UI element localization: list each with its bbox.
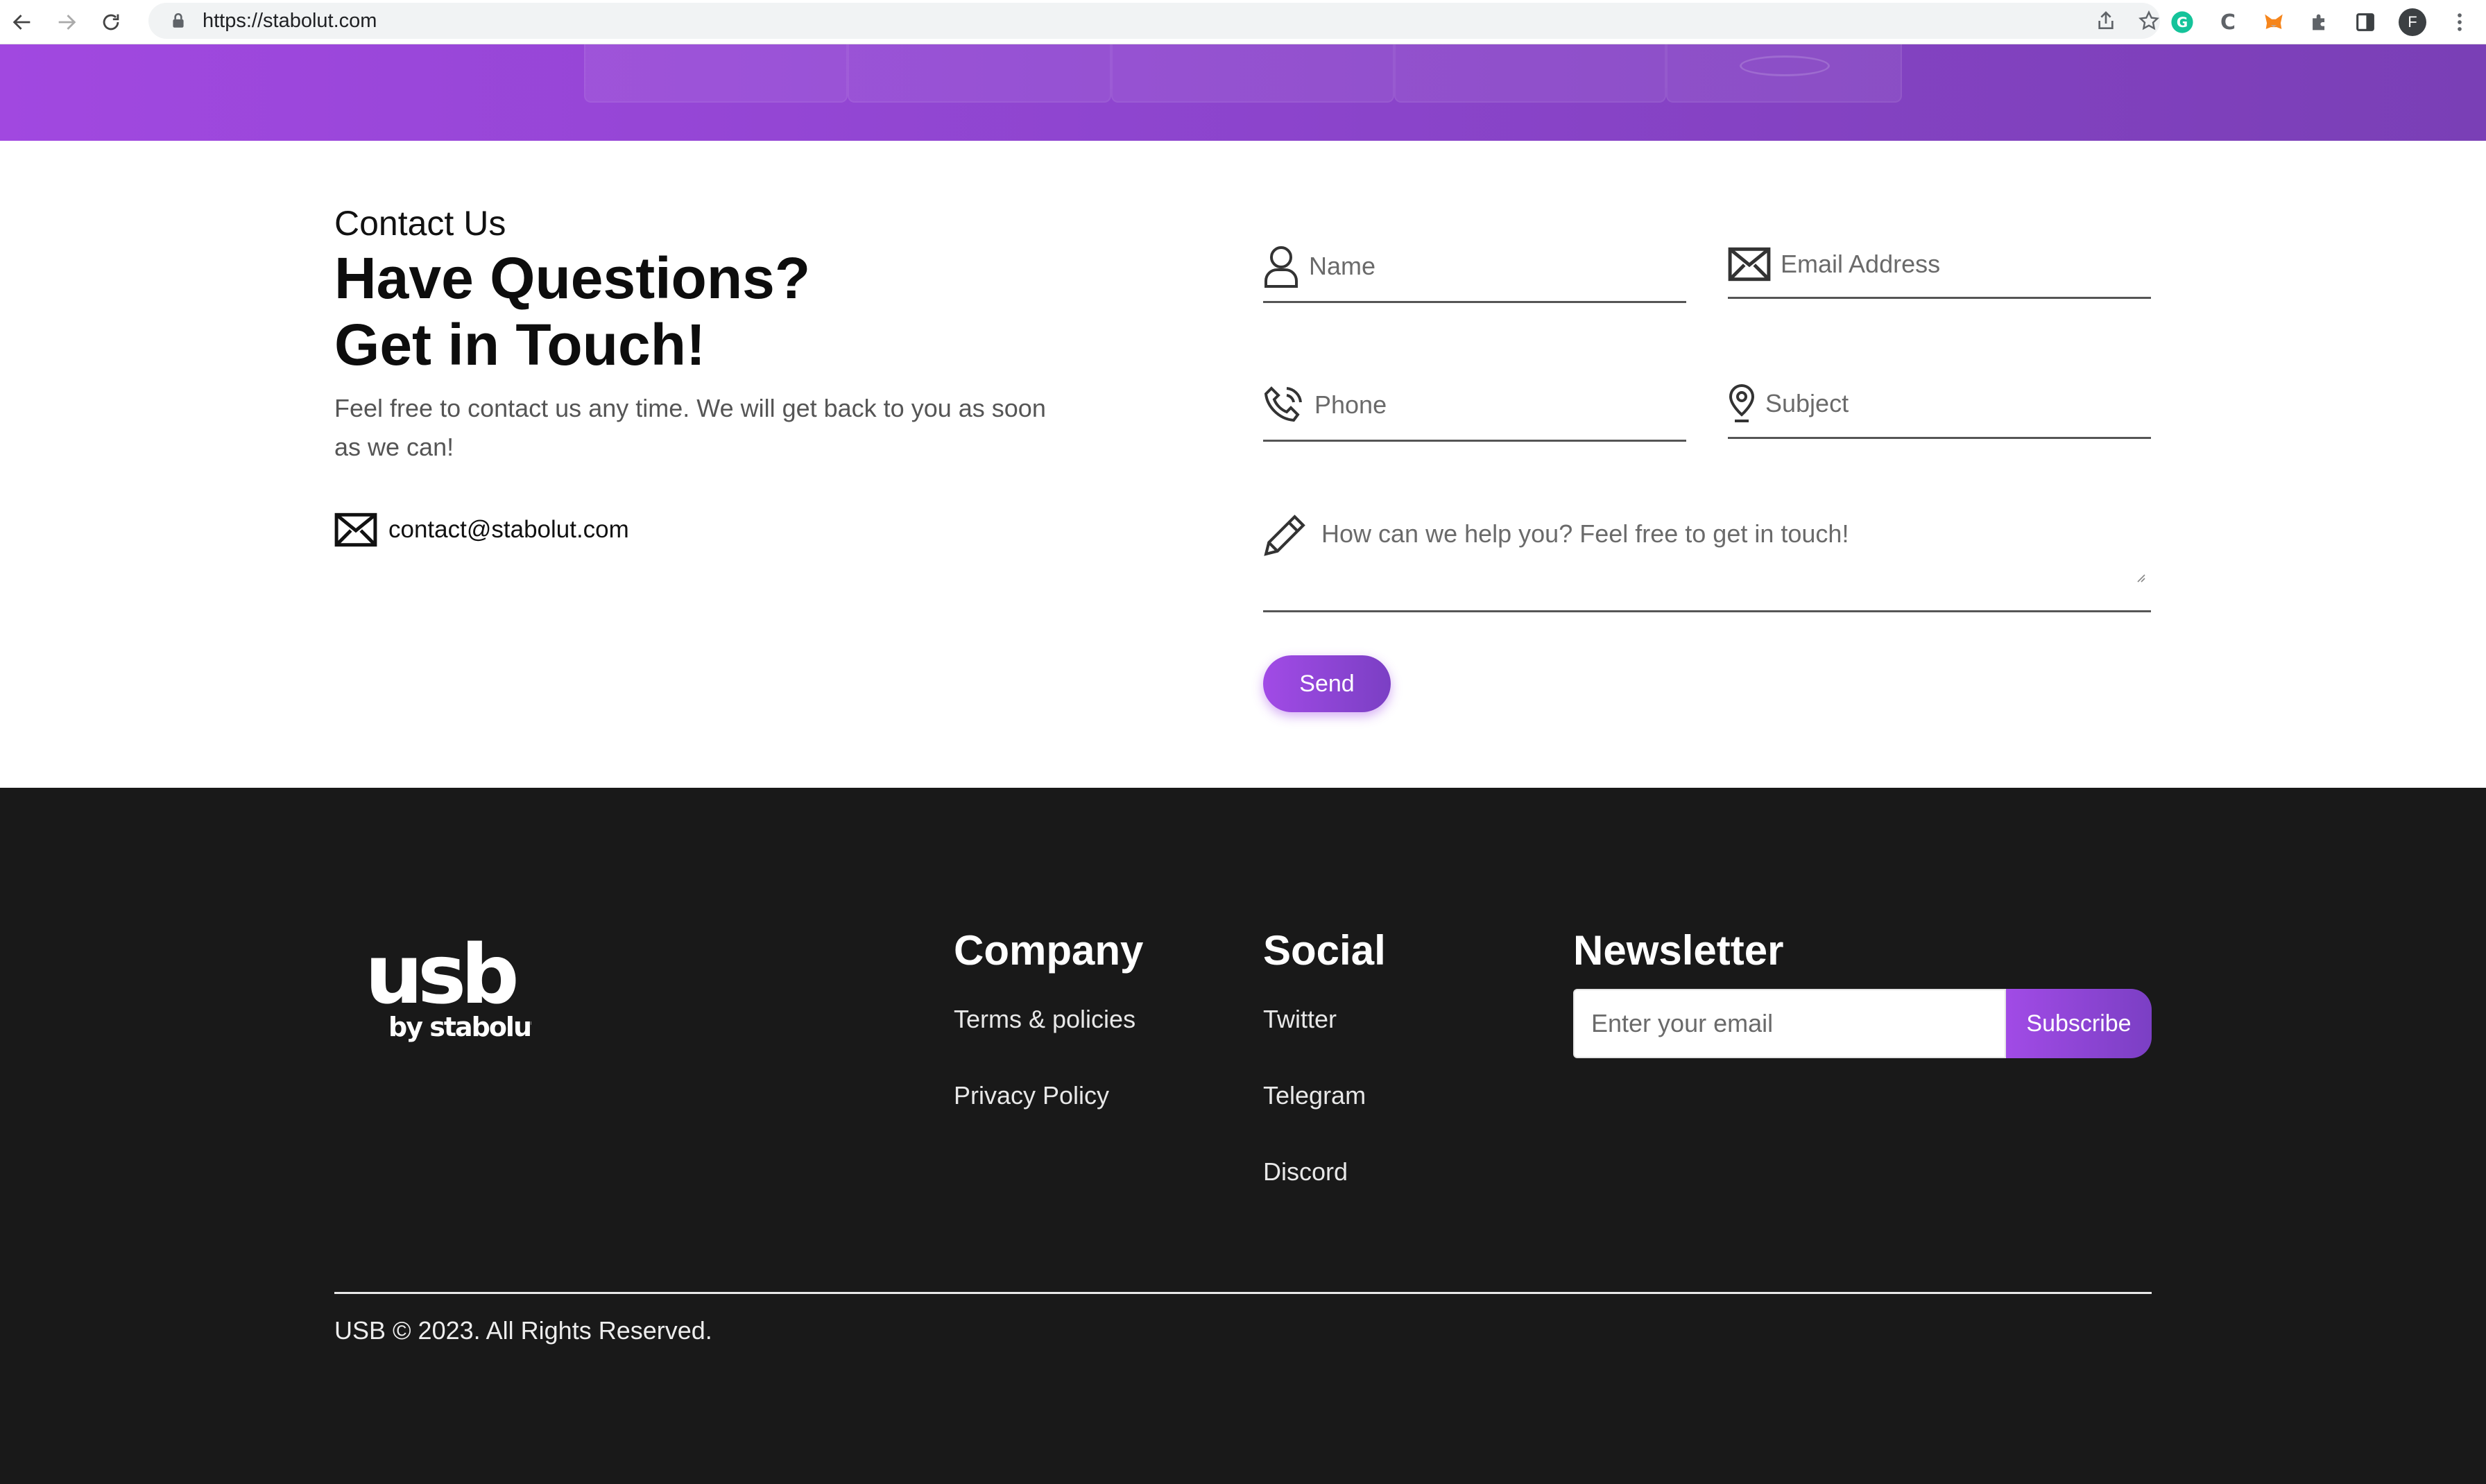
forward-button[interactable] (44, 0, 89, 44)
browser-menu-button[interactable] (2447, 10, 2472, 35)
headline-line-2: Get in Touch! (334, 312, 706, 377)
reload-button[interactable] (89, 0, 133, 44)
phone-icon (1264, 386, 1302, 422)
lock-icon (173, 12, 184, 28)
profile-avatar[interactable]: F (2399, 8, 2426, 36)
newsletter-form: Subscribe (1573, 989, 2152, 1058)
social-heading: Social (1263, 927, 1386, 974)
email-address-input[interactable] (1781, 249, 2114, 279)
hero-ghost-card (848, 44, 1111, 103)
hero-ghost-card (1394, 44, 1666, 103)
subscribe-button[interactable]: Subscribe (2006, 989, 2152, 1058)
hero-ghost-oval (1740, 55, 1830, 76)
extension-c[interactable]: C (2215, 10, 2240, 35)
usb-logo[interactable]: usb by stabolut (365, 926, 531, 1044)
footer-divider (334, 1292, 2152, 1294)
side-panel-icon (2356, 13, 2374, 31)
message-field (1263, 508, 2151, 612)
user-icon (1265, 245, 1298, 288)
contact-headline: Have Questions? Get in Touch! (334, 245, 1097, 378)
email-address-field (1728, 231, 2151, 299)
logo-subtext: by stabolut (388, 1012, 531, 1042)
contact-lead-text: Feel free to contact us any time. We wil… (334, 394, 1046, 461)
pencil-icon (1264, 515, 1305, 556)
footer-company-column: Company Terms & policies Privacy Policy (954, 926, 1143, 1111)
name-field (1263, 231, 1686, 303)
footer-newsletter-column: Newsletter Subscribe (1573, 926, 2152, 1058)
subject-input[interactable] (1765, 388, 2098, 418)
phone-input[interactable] (1314, 390, 1647, 420)
twitter-link[interactable]: Twitter (1263, 1004, 1386, 1035)
telegram-link[interactable]: Telegram (1263, 1080, 1386, 1111)
newsletter-heading: Newsletter (1573, 927, 1784, 974)
logo-wordmark: usb (365, 926, 516, 1022)
contact-intro: Contact Us Have Questions? Get in Touch!… (334, 203, 1097, 547)
hero-ghost-card (1111, 44, 1394, 103)
arrow-right-icon (58, 14, 76, 30)
site-footer: usb by stabolut Company Terms & policies… (0, 788, 2486, 1484)
contact-email-row[interactable]: contact@stabolut.com (334, 512, 1097, 547)
metamask-fox-icon (2265, 14, 2283, 29)
c-extension-icon: C (2220, 10, 2236, 35)
newsletter-email-input[interactable] (1573, 989, 2006, 1058)
bookmark-star-icon[interactable] (2138, 10, 2160, 32)
url-text: https://stabolut.com (203, 9, 377, 32)
terms-link[interactable]: Terms & policies (954, 1004, 1143, 1035)
footer-social-column: Social Twitter Telegram Discord (1263, 926, 1386, 1187)
copyright-text: USB © 2023. All Rights Reserved. (334, 1316, 712, 1345)
browser-toolbar: https://stabolut.com G C F (0, 0, 2486, 44)
address-bar[interactable]: https://stabolut.com (148, 3, 2160, 39)
back-button[interactable] (0, 0, 44, 44)
contact-email: contact@stabolut.com (388, 516, 629, 543)
share-icon[interactable] (2095, 10, 2117, 32)
hero-banner-strip (0, 44, 2486, 141)
grammarly-icon: G (2171, 11, 2193, 33)
kebab-menu-icon (2458, 13, 2462, 31)
send-button[interactable]: Send (1263, 655, 1391, 712)
contact-section: Contact Us Have Questions? Get in Touch!… (0, 141, 2486, 788)
discord-link[interactable]: Discord (1263, 1157, 1386, 1187)
location-pin-icon (1729, 383, 1755, 422)
reload-icon (103, 14, 119, 30)
side-panel-button[interactable] (2353, 10, 2378, 35)
puzzle-piece-icon (2313, 14, 2325, 31)
hero-ghost-card (584, 44, 848, 103)
metamask-extension[interactable] (2261, 10, 2286, 35)
message-textarea[interactable] (1321, 519, 2119, 596)
extensions-menu[interactable] (2307, 10, 2332, 35)
grammarly-extension[interactable]: G (2170, 10, 2195, 35)
envelope-icon (334, 512, 377, 547)
name-input[interactable] (1309, 251, 1642, 281)
envelope-icon (1728, 247, 1771, 281)
headline-line-1: Have Questions? (334, 245, 811, 311)
company-heading: Company (954, 927, 1144, 974)
arrow-left-icon (12, 14, 31, 30)
phone-field (1263, 370, 1686, 442)
subject-field (1728, 370, 2151, 439)
resize-grip-icon[interactable] (2134, 571, 2145, 583)
privacy-policy-link[interactable]: Privacy Policy (954, 1080, 1143, 1111)
contact-eyebrow: Contact Us (334, 204, 506, 243)
svg-text:G: G (2177, 15, 2188, 31)
